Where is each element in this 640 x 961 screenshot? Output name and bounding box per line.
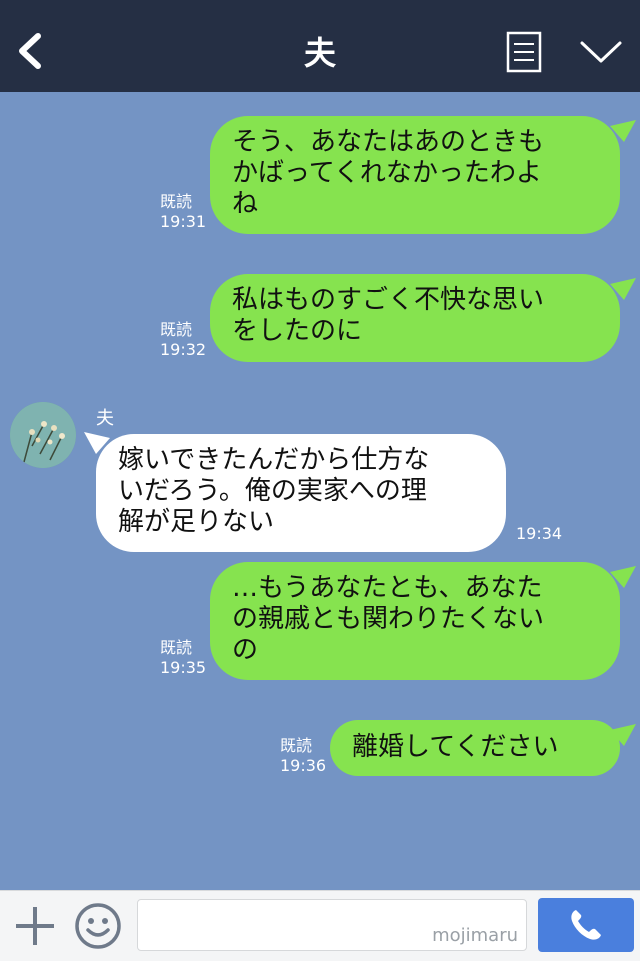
chevron-down-icon[interactable] xyxy=(579,38,623,66)
chat-title: 夫 xyxy=(303,34,336,72)
call-button[interactable] xyxy=(538,898,634,952)
message-time: 19:31 xyxy=(160,212,207,231)
read-receipt: 既読 xyxy=(160,320,193,339)
watermark: mojimaru xyxy=(432,925,518,946)
phone-icon xyxy=(571,910,601,940)
menu-icon[interactable] xyxy=(506,31,542,73)
chat-header: 夫 xyxy=(0,0,640,92)
read-receipt: 既読 xyxy=(160,192,193,211)
message-meta: 既読 19:36 xyxy=(280,736,326,776)
message-time: 19:36 xyxy=(280,756,327,775)
message-meta: 既読 19:35 xyxy=(160,638,206,678)
input-bar: mojimaru xyxy=(0,890,640,961)
message-bubble[interactable]: そう、あなたはあのときも かばってくれなかったわよ ね xyxy=(210,116,620,234)
avatar-image xyxy=(10,402,76,468)
message-bubble[interactable]: 嫁いできたんだから仕方な いだろう。俺の実家への理 解が足りない xyxy=(96,434,506,552)
message-time: 19:35 xyxy=(160,658,207,677)
read-receipt: 既読 xyxy=(280,736,313,755)
bubble-tail xyxy=(610,724,636,746)
message-bubble[interactable]: 離婚してください xyxy=(330,720,620,776)
avatar[interactable] xyxy=(10,402,76,468)
message-time: 19:34 xyxy=(516,524,563,543)
bubble-tail xyxy=(610,278,636,300)
message-bubble[interactable]: …もうあなたとも、あなた の親戚とも関わりたくない の xyxy=(210,562,620,680)
read-receipt: 既読 xyxy=(160,638,193,657)
message-time: 19:32 xyxy=(160,340,207,359)
chat-area[interactable]: 既読 19:31 そう、あなたはあのときも かばってくれなかったわよ ね 既読 … xyxy=(0,92,640,890)
bubble-tail xyxy=(610,566,636,588)
message-input[interactable]: mojimaru xyxy=(137,899,527,951)
emoji-icon[interactable] xyxy=(74,902,122,950)
bubble-tail xyxy=(610,120,636,142)
sender-name: 夫 xyxy=(96,408,114,429)
message-bubble[interactable]: 私はものすごく不快な思い をしたのに xyxy=(210,274,620,362)
message-meta: 既読 19:31 xyxy=(160,192,206,232)
plus-icon[interactable] xyxy=(14,905,56,947)
message-meta: 既読 19:32 xyxy=(160,320,206,360)
message-meta: 19:34 xyxy=(516,524,562,544)
